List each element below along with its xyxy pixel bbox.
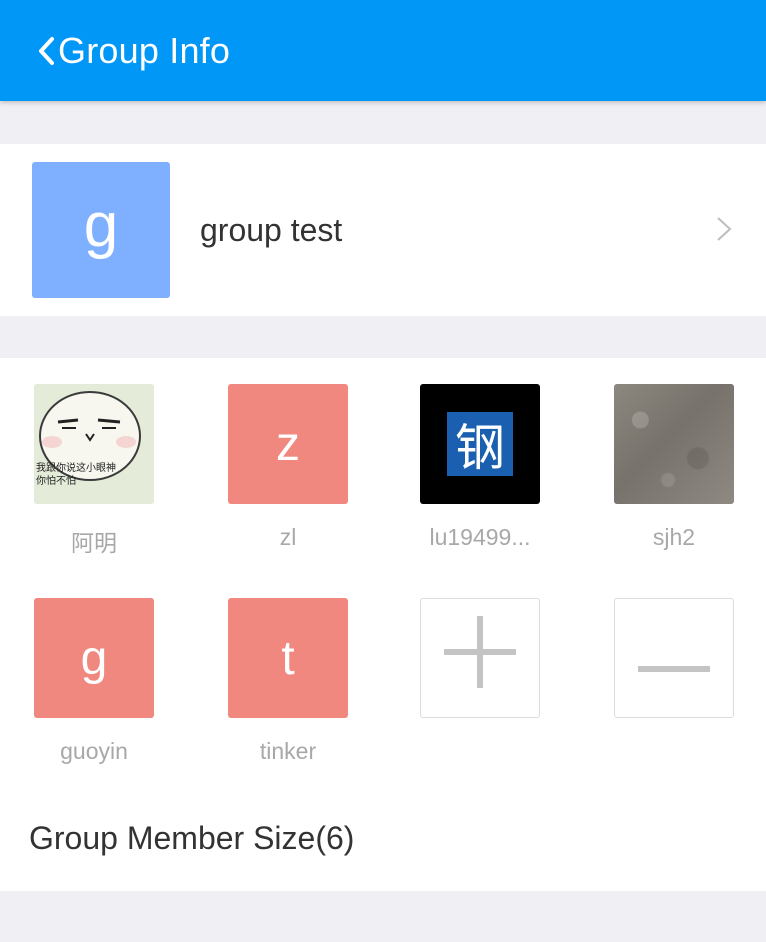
avatar: 钢: [420, 384, 540, 504]
member-item[interactable]: t tinker: [228, 598, 348, 778]
chevron-right-icon: [714, 214, 734, 249]
avatar: t: [228, 598, 348, 718]
group-avatar-letter: g: [83, 190, 119, 260]
member-name: lu19499...: [429, 524, 531, 550]
avatar: 我跟你说这小眼神 你怕不怕: [34, 384, 154, 504]
member-name: 阿明: [71, 530, 117, 556]
member-name: guoyin: [60, 738, 128, 764]
avatar-char: 钢: [447, 412, 513, 477]
add-member-button[interactable]: [420, 598, 540, 778]
group-avatar: g: [32, 162, 170, 298]
back-button[interactable]: [0, 0, 58, 101]
avatar-letter: z: [276, 417, 300, 471]
member-item[interactable]: g guoyin: [34, 598, 154, 778]
member-name: sjh2: [652, 524, 696, 550]
avatar: [614, 384, 734, 504]
page-title: Group Info: [58, 29, 231, 71]
avatar-letter: g: [80, 631, 108, 685]
avatar: z: [228, 384, 348, 504]
member-item[interactable]: sjh2: [614, 384, 734, 564]
group-member-size-label: Group Member Size(6): [29, 820, 355, 856]
app-bar: Group Info: [0, 0, 766, 101]
member-item[interactable]: 我跟你说这小眼神 你怕不怕 阿明: [34, 384, 154, 564]
chevron-left-icon: [36, 34, 58, 68]
member-name: tinker: [259, 738, 317, 764]
bottom-spacer: [0, 891, 766, 942]
sticker-caption-line2: 你怕不怕: [36, 476, 76, 487]
minus-icon: [636, 631, 712, 686]
group-info-row[interactable]: g group test: [0, 144, 766, 316]
remove-member-button[interactable]: [614, 598, 734, 778]
avatar-letter: t: [281, 631, 295, 685]
member-item[interactable]: z zl: [228, 384, 348, 564]
member-item[interactable]: 钢 lu19499...: [420, 384, 540, 564]
avatar: g: [34, 598, 154, 718]
remove-member-tile[interactable]: [614, 598, 734, 718]
group-name: group test: [200, 212, 343, 248]
add-member-tile[interactable]: [420, 598, 540, 718]
plus-icon: [442, 614, 518, 702]
members-panel: 我跟你说这小眼神 你怕不怕 阿明 z zl 钢 lu19499... sjh2 …: [0, 358, 766, 891]
sticker-caption-line1: 我跟你说这小眼神: [36, 463, 116, 474]
member-name: zl: [279, 524, 297, 550]
